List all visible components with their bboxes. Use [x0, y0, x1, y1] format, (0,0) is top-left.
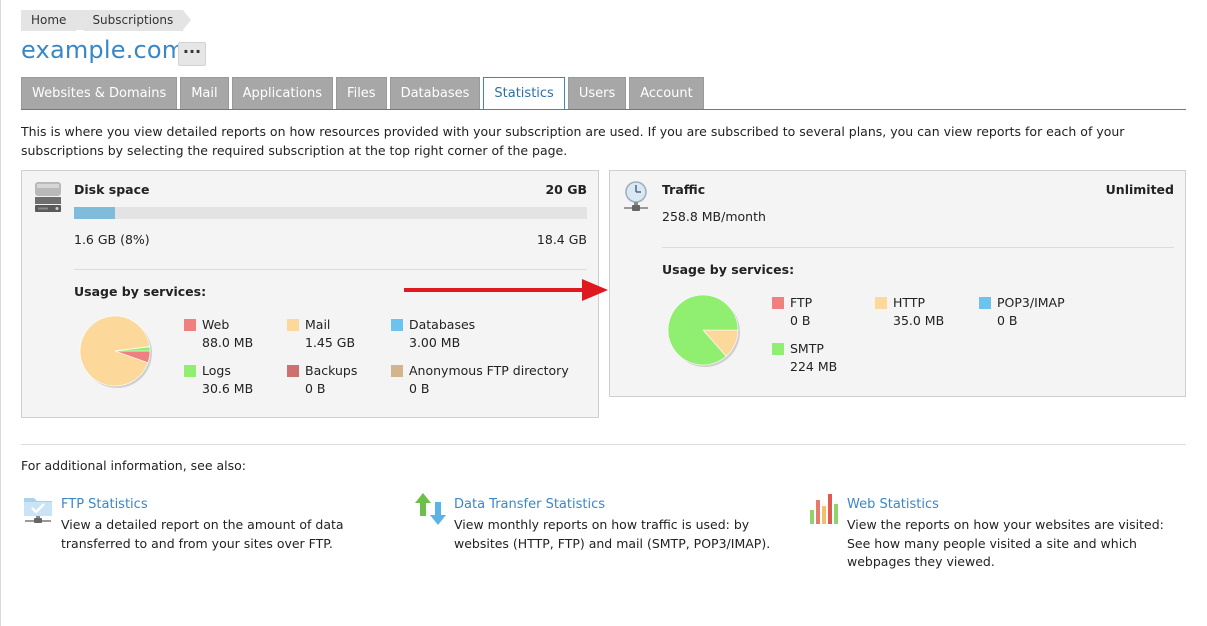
tab-statistics[interactable]: Statistics: [483, 77, 565, 110]
ftp-statistics-link[interactable]: FTP Statistics: [61, 497, 148, 512]
data-transfer-statistics-link[interactable]: Data Transfer Statistics: [454, 497, 605, 512]
traffic-legend-ftp-value: 0 B: [790, 313, 811, 328]
hard-drive-icon: [35, 182, 61, 212]
traffic-legend-pop3-imap-swatch: [979, 297, 991, 309]
disk-legend-logs-label: Logs: [202, 363, 231, 378]
breadcrumb: Home Subscriptions: [21, 10, 192, 31]
disk-legend-mail-swatch: [287, 319, 299, 331]
disk-usage-progress-fill: [74, 207, 116, 219]
web-statistics-description: View the reports on how your websites ar…: [847, 517, 1164, 569]
data-transfer-statistics-block: Data Transfer Statistics View monthly re…: [414, 493, 784, 557]
annotation-arrow: [404, 279, 608, 301]
ftp-statistics-block: FTP Statistics View a detailed report on…: [21, 497, 391, 557]
disk-usage-heading: Usage by services:: [74, 284, 207, 299]
disk-legend-mail-value: 1.45 GB: [305, 335, 356, 350]
disk-space-total: 20 GB: [545, 182, 587, 197]
web-statistics-block: Web Statistics View the reports on how y…: [807, 494, 1177, 577]
traffic-legend-http-swatch: [875, 297, 887, 309]
disk-usage-pie-chart: [79, 315, 152, 388]
disk-legend-web-value: 88.0 MB: [202, 335, 254, 350]
breadcrumb-home[interactable]: Home: [21, 10, 85, 31]
disk-legend-backups-label: Backups: [305, 363, 358, 378]
disk-legend-databases-swatch: [391, 319, 403, 331]
disk-free-value: 18.4 GB: [536, 232, 587, 247]
traffic-legend-pop3-imap-value: 0 B: [997, 313, 1018, 328]
traffic-limit: Unlimited: [1105, 182, 1174, 197]
data-transfer-arrows-icon: [415, 493, 446, 525]
traffic-legend-smtp-swatch: [772, 343, 784, 355]
disk-legend-web-label: Web: [202, 317, 230, 332]
more-actions-button[interactable]: ···: [178, 42, 206, 66]
disk-legend-anonymous-ftp-swatch: [391, 365, 403, 377]
traffic-legend-smtp-value: 224 MB: [790, 359, 838, 374]
page-title: example.com: [21, 36, 186, 64]
annotation-arrow-head: [582, 279, 608, 301]
traffic-legend-http-label: HTTP: [893, 295, 925, 310]
tab-bar: Websites & Domains Mail Applications Fil…: [21, 77, 707, 110]
traffic-legend-ftp-label: FTP: [790, 295, 813, 310]
bar-chart-icon: [810, 494, 838, 524]
web-statistics-link[interactable]: Web Statistics: [847, 497, 939, 512]
disk-legend-backups-value: 0 B: [305, 381, 326, 396]
ftp-statistics-description: View a detailed report on the amount of …: [61, 517, 344, 551]
disk-legend-logs-swatch: [184, 365, 196, 377]
disk-legend-anonymous-ftp-value: 0 B: [409, 381, 430, 396]
tab-applications[interactable]: Applications: [231, 77, 334, 109]
disk-divider: [74, 269, 587, 270]
tab-websites-domains[interactable]: Websites & Domains: [21, 77, 178, 109]
disk-legend-databases-value: 3.00 MB: [409, 335, 461, 350]
tab-files[interactable]: Files: [336, 77, 387, 109]
intro-text: This is where you view detailed reports …: [21, 124, 1125, 158]
disk-legend-databases-label: Databases: [409, 317, 476, 332]
disk-legend-anonymous-ftp-label: Anonymous FTP directory: [409, 363, 569, 378]
breadcrumb-subscriptions[interactable]: Subscriptions: [76, 10, 192, 31]
disk-legend-web-swatch: [184, 319, 196, 331]
traffic-clock-icon: [624, 181, 648, 211]
section-divider: [21, 444, 1186, 445]
traffic-usage-heading: Usage by services:: [662, 262, 795, 277]
data-transfer-statistics-description: View monthly reports on how traffic is u…: [454, 517, 771, 551]
traffic-title: Traffic: [662, 182, 706, 197]
traffic-legend-pop3-imap-label: POP3/IMAP: [997, 295, 1065, 310]
disk-space-title: Disk space: [74, 182, 150, 197]
tab-underline: [21, 109, 1186, 110]
traffic-panel: Traffic Unlimited 258.8 MB/month Usage b…: [609, 170, 1186, 397]
tab-mail[interactable]: Mail: [180, 77, 229, 109]
tab-account[interactable]: Account: [629, 77, 704, 109]
disk-legend-mail-label: Mail: [305, 317, 331, 332]
disk-used-value: 1.6 GB (8%): [74, 232, 150, 247]
tab-users[interactable]: Users: [567, 77, 627, 109]
traffic-legend-smtp-label: SMTP: [790, 341, 824, 356]
traffic-legend-http-value: 35.0 MB: [893, 313, 945, 328]
traffic-divider: [662, 247, 1174, 248]
traffic-usage-pie-chart: [667, 294, 740, 367]
disk-legend-logs-value: 30.6 MB: [202, 381, 254, 396]
traffic-legend-ftp-swatch: [772, 297, 784, 309]
ftp-folder-icon: [24, 498, 52, 523]
see-also-heading: For additional information, see also:: [21, 458, 247, 473]
disk-legend-backups-swatch: [287, 365, 299, 377]
traffic-rate: 258.8 MB/month: [662, 209, 766, 224]
disk-usage-progress-bar: [74, 207, 587, 219]
tab-databases[interactable]: Databases: [389, 77, 481, 109]
